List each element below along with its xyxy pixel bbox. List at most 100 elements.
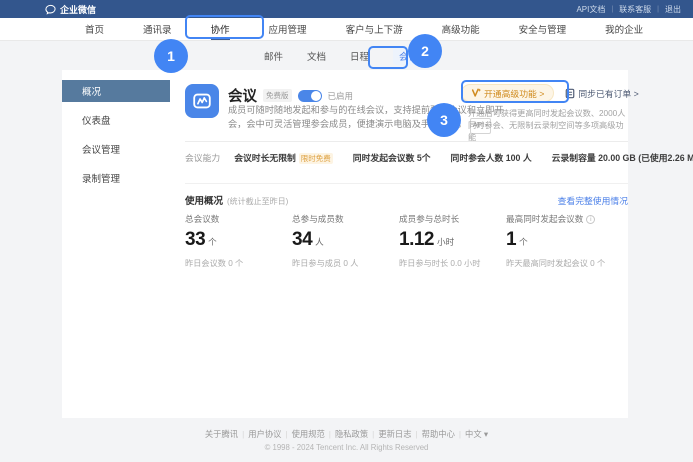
- nav-tab-security[interactable]: 安全与管理: [519, 18, 567, 40]
- stat-yesterday: 昨日会议数 0 个: [185, 257, 292, 269]
- logout-link[interactable]: 退出: [665, 4, 681, 15]
- order-doc-icon: [565, 88, 575, 99]
- usage-overview-header: 使用概况 (统计截止至昨日) 查看完整使用情况: [185, 193, 628, 207]
- stat-value: 1.12小时: [399, 229, 506, 251]
- stat-value: 1个: [506, 229, 628, 251]
- divider: |: [459, 429, 461, 439]
- capability-label: 会议能力: [185, 151, 220, 164]
- annotation-step-3: 3: [427, 103, 461, 137]
- annotation-step-1: 1: [154, 39, 188, 73]
- divider: [185, 183, 628, 184]
- capability-row: 会议能力 会议时长无限制限时免费 同时发起会议数 5个 同时参会人数 100 人…: [185, 151, 628, 164]
- stat-yesterday: 昨天最高同时发起会议 0 个: [506, 257, 628, 269]
- meeting-overview-main: 会议 免费版 已启用 成员可随时随地发起和参与的在线会议，支持提前预约会议和立即…: [185, 84, 628, 414]
- meeting-app-icon: [185, 84, 219, 118]
- meeting-sidebar: 概况 仪表盘 会议管理 录制管理: [62, 80, 170, 196]
- collaboration-subtabs: 邮件 文档 日程 会议: [0, 42, 693, 70]
- stat-unit: 个: [208, 236, 217, 248]
- stat-number: 33: [185, 229, 205, 251]
- capability-participants: 同时参会人数 100 人: [451, 151, 532, 164]
- topbar-links: API文档 | 联系客服 | 退出: [576, 4, 681, 15]
- topbar: 企业微信 API文档 | 联系客服 | 退出: [0, 0, 693, 18]
- enabled-status-text: 已启用: [328, 90, 354, 102]
- chat-bubble-icon: [45, 4, 56, 15]
- nav-tab-app-management[interactable]: 应用管理: [269, 18, 307, 40]
- limited-free-badge: 限时免费: [299, 153, 333, 164]
- footer-link-help-center[interactable]: 帮助中心: [422, 429, 455, 439]
- upgrade-note-line-1: 开通后可获得更高同时发起会议数、2000人: [468, 108, 628, 120]
- divider: |: [242, 429, 244, 439]
- app-title: 会议: [228, 85, 257, 106]
- capability-cloud-storage: 云录制容量 20.00 GB (已使用2.26 MB): [552, 151, 693, 164]
- usage-overview-title: 使用概况: [185, 193, 223, 207]
- stat-yesterday: 昨日参与成员 0 人: [292, 257, 399, 269]
- sync-orders-button[interactable]: 同步已有订单 >: [565, 87, 638, 100]
- view-full-usage-link[interactable]: 查看完整使用情况: [558, 194, 628, 207]
- info-circle-icon[interactable]: [586, 215, 595, 224]
- free-plan-badge: 免费版: [263, 89, 292, 102]
- copyright-text: © 1998 - 2024 Tencent Inc. All Rights Re…: [0, 443, 693, 452]
- footer-language-selector[interactable]: 中文 ▾: [465, 429, 488, 439]
- divider: |: [416, 429, 418, 439]
- meeting-camera-icon: [191, 90, 213, 112]
- stat-max-concurrent: 最高同时发起会议数 1个 昨天最高同时发起会议 0 个: [506, 213, 628, 269]
- stat-total-participants: 总参与成员数 34人 昨日参与成员 0 人: [292, 213, 399, 269]
- wecom-admin-page: 企业微信 API文档 | 联系客服 | 退出 首页 通讯录 协作 应用管理 客户…: [0, 0, 693, 462]
- sidebar-item-dashboard[interactable]: 仪表盘: [62, 109, 170, 131]
- footer-links: 关于腾讯 | 用户协议 | 使用规范 | 隐私政策 | 更新日志 | 帮助中心 | 中文 ▾: [0, 428, 693, 440]
- sync-button-label: 同步已有订单 >: [578, 87, 638, 100]
- primary-nav: 首页 通讯录 协作 应用管理 客户与上下游 高级功能 安全与管理 我的企业: [0, 18, 693, 41]
- stat-unit: 小时: [437, 236, 454, 248]
- sidebar-item-meeting-management[interactable]: 会议管理: [62, 138, 170, 160]
- stat-number: 1: [506, 229, 516, 251]
- vip-v-icon: [471, 88, 481, 98]
- sidebar-item-overview[interactable]: 概况: [62, 80, 170, 102]
- footer-link-privacy[interactable]: 隐私政策: [335, 429, 368, 439]
- annotation-step-2: 2: [408, 34, 442, 68]
- enable-toggle[interactable]: [298, 90, 322, 102]
- divider: |: [657, 6, 659, 13]
- stat-number: 34: [292, 229, 312, 251]
- stat-label: 成员参与总时长: [399, 213, 506, 225]
- footer-link-about[interactable]: 关于腾讯: [205, 429, 238, 439]
- upgrade-button-label: 开通高级功能 >: [484, 87, 544, 100]
- divider: |: [372, 429, 374, 439]
- subtab-calendar[interactable]: 日程: [350, 49, 369, 63]
- capability-concurrent-meetings: 同时发起会议数 5个: [353, 151, 431, 164]
- subtab-docs[interactable]: 文档: [307, 49, 326, 63]
- nav-tab-customers[interactable]: 客户与上下游: [346, 18, 403, 40]
- action-buttons-row: 开通高级功能 > 同步已有订单 >: [461, 84, 628, 102]
- footer-link-changelog[interactable]: 更新日志: [378, 429, 411, 439]
- stat-value: 33个: [185, 229, 292, 251]
- nav-tab-my-company[interactable]: 我的企业: [605, 18, 643, 40]
- footer-link-agreement[interactable]: 用户协议: [248, 429, 281, 439]
- upgrade-note: 开通后可获得更高同时发起会议数、2000人 同时参会、无限制云录制空间等多项高级…: [461, 108, 628, 144]
- stat-label-text: 最高同时发起会议数: [506, 213, 583, 225]
- stat-number: 1.12: [399, 229, 434, 251]
- nav-tab-collaboration[interactable]: 协作: [211, 18, 230, 40]
- sidebar-item-recording-management[interactable]: 录制管理: [62, 167, 170, 189]
- header-right-actions: 开通高级功能 > 同步已有订单 > 开通后可获得更高同时发起会议数、2000人 …: [461, 84, 628, 144]
- wecom-logo[interactable]: 企业微信: [45, 3, 96, 16]
- toggle-knob: [311, 91, 321, 101]
- upgrade-premium-button[interactable]: 开通高级功能 >: [461, 84, 554, 102]
- stat-unit: 个: [519, 236, 528, 248]
- nav-tab-premium-features[interactable]: 高级功能: [442, 18, 480, 40]
- divider: |: [611, 6, 613, 13]
- contact-support-link[interactable]: 联系客服: [619, 4, 651, 15]
- usage-overview-subtitle: (统计截止至昨日): [227, 196, 288, 207]
- divider: |: [329, 429, 331, 439]
- stat-unit: 人: [315, 236, 324, 248]
- divider: |: [285, 429, 287, 439]
- nav-tab-contacts[interactable]: 通讯录: [143, 18, 172, 40]
- api-docs-link[interactable]: API文档: [576, 4, 605, 15]
- divider: [185, 141, 628, 142]
- page-footer: 关于腾讯 | 用户协议 | 使用规范 | 隐私政策 | 更新日志 | 帮助中心 | 中文 ▾ © 199…: [0, 428, 693, 452]
- subtab-mail[interactable]: 邮件: [264, 49, 283, 63]
- stat-total-meetings: 总会议数 33个 昨日会议数 0 个: [185, 213, 292, 269]
- usage-stats: 总会议数 33个 昨日会议数 0 个 总参与成员数 34人 昨日参与成员 0 人…: [185, 213, 628, 269]
- footer-link-usage-rules[interactable]: 使用规范: [292, 429, 325, 439]
- capability-duration-text: 会议时长无限制: [234, 153, 296, 163]
- nav-tab-home[interactable]: 首页: [85, 18, 104, 40]
- logo-text: 企业微信: [60, 3, 96, 16]
